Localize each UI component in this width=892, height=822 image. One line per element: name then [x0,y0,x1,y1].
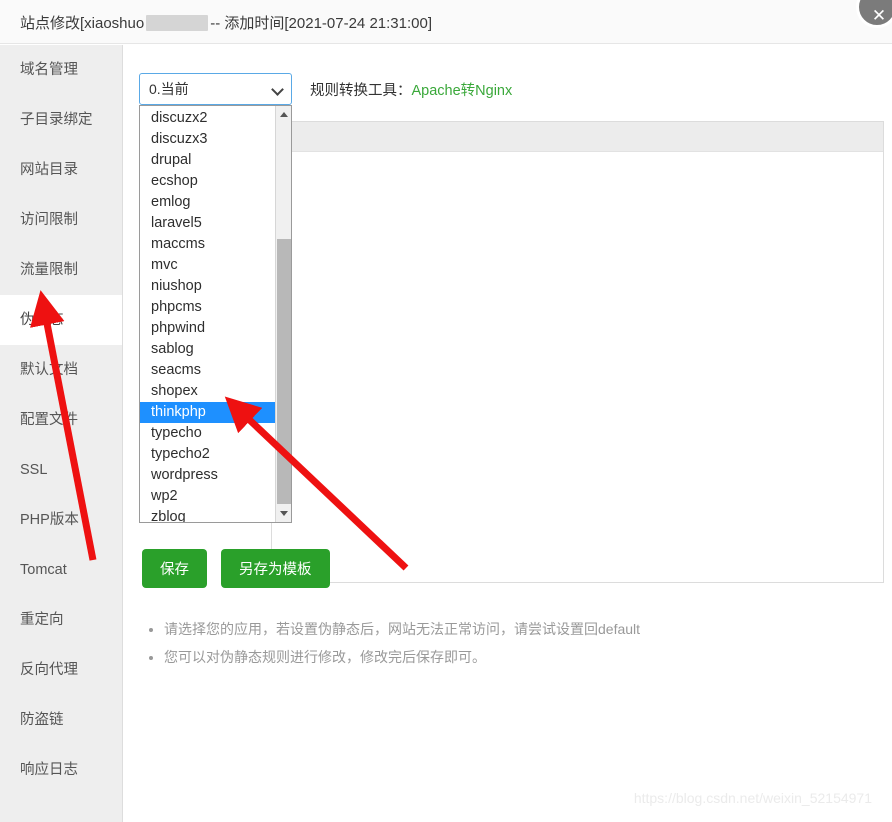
dropdown-option-18[interactable]: wp2 [140,486,276,507]
sidebar-item-11[interactable]: 重定向 [0,595,122,645]
sidebar-item-6[interactable]: 默认文档 [0,345,122,395]
sidebar: 域名管理子目录绑定网站目录访问限制流量限制伪静态默认文档配置文件 SSL PHP版本… [0,45,123,822]
dropdown-option-9[interactable]: phpcms [140,297,276,318]
dropdown-option-10[interactable]: phpwind [140,318,276,339]
sidebar-item-5[interactable]: 伪静态 [0,295,122,345]
dropdown-option-1[interactable]: discuzx3 [140,129,276,150]
sidebar-item-label: 默认文档 [20,362,78,378]
dropdown-option-6[interactable]: maccms [140,234,276,255]
sidebar-item-7[interactable]: 配置文件 [0,395,122,445]
dropdown-option-16[interactable]: typecho2 [140,444,276,465]
dropdown-option-13[interactable]: shopex [140,381,276,402]
dropdown-scrollbar-thumb[interactable] [277,239,291,504]
dropdown-option-11[interactable]: sablog [140,339,276,360]
chevron-down-icon [271,83,284,96]
sidebar-item-label: 域名管理 [20,62,78,78]
sidebar-item-label: 访问限制 [20,212,78,228]
close-icon[interactable]: ✕ [856,0,892,28]
convert-tool-label: 规则转换工具：Apache转Nginx [310,79,512,100]
dropdown-option-2[interactable]: drupal [140,150,276,171]
sidebar-item-8[interactable]: SSL [0,445,122,495]
sidebar-item-label: SSL [20,462,48,478]
sidebar-item-9[interactable]: PHP版本 [0,495,122,545]
help-notes: 请选择您的应用，若设置伪静态后，网站无法正常访问，请尝试设置回default您可… [142,615,640,671]
help-note-1: 您可以对伪静态规则进行修改，修改完后保存即可。 [164,643,640,671]
dropdown-option-8[interactable]: niushop [140,276,276,297]
convert-tool-label-text: 规则转换工具： [310,82,412,99]
dropdown-scrollbar[interactable] [275,106,291,522]
rule-editor-toolbar [272,122,883,152]
sidebar-item-label: 防盗链 [20,712,64,728]
sidebar-item-12[interactable]: 反向代理 [0,645,122,695]
dropdown-option-14[interactable]: thinkphp [140,402,276,423]
rewrite-rule-select[interactable]: 0.当前 [139,73,292,105]
sidebar-item-label: Tomcat [20,562,67,578]
save-as-template-button[interactable]: 另存为模板 [221,549,330,588]
sidebar-item-label: 配置文件 [20,412,78,428]
sidebar-item-label: 子目录绑定 [20,112,93,128]
sidebar-item-label: PHP版本 [20,512,79,528]
sidebar-item-2[interactable]: 网站目录 [0,145,122,195]
save-button[interactable]: 保存 [142,549,207,588]
sidebar-item-label: 响应日志 [20,762,78,778]
dropdown-option-12[interactable]: seacms [140,360,276,381]
close-icon-glyph: ✕ [871,6,887,25]
rule-editor-panel [271,121,884,583]
sidebar-item-label: 网站目录 [20,162,78,178]
window-titlebar: 站点修改[xiaoshuo -- 添加时间[2021-07-24 21:31:00… [0,0,892,44]
dropdown-option-4[interactable]: emlog [140,192,276,213]
sidebar-item-1[interactable]: 子目录绑定 [0,95,122,145]
main-content: 0.当前 规则转换工具：Apache转Nginx discuzx2 discuzx… [124,45,892,822]
sidebar-item-4[interactable]: 流量限制 [0,245,122,295]
sidebar-item-14[interactable]: 响应日志 [0,745,122,795]
help-note-0: 请选择您的应用，若设置伪静态后，网站无法正常访问，请尝试设置回default [164,615,640,643]
window-title-suffix: -- 添加时间[2021-07-24 21:31:00] [210,15,432,32]
action-buttons: 保存 另存为模板 [142,549,330,588]
sidebar-item-3[interactable]: 访问限制 [0,195,122,245]
dropdown-option-0[interactable]: discuzx2 [140,108,276,129]
rewrite-rule-option-list: discuzx2 discuzx3 drupal ecshop emlog laravel… [140,106,276,522]
apache-to-nginx-link[interactable]: Apache转Nginx [412,83,513,99]
app-root: 站点修改[xiaoshuo -- 添加时间[2021-07-24 21:31:00… [0,0,892,822]
sidebar-item-label: 重定向 [20,612,64,628]
sidebar-item-10[interactable]: Tomcat [0,545,122,595]
window-title-prefix: 站点修改[xiaoshuo [20,15,145,32]
window-title: 站点修改[xiaoshuo -- 添加时间[2021-07-24 21:31:00… [20,12,432,33]
toolbar: 0.当前 规则转换工具：Apache转Nginx [139,73,512,105]
scroll-up-arrow-icon[interactable] [276,106,291,123]
dropdown-option-5[interactable]: laravel5 [140,213,276,234]
sidebar-item-label: 伪静态 [20,312,64,328]
redaction-block [146,15,209,31]
rewrite-rule-dropdown[interactable]: discuzx2 discuzx3 drupal ecshop emlog laravel… [139,105,292,523]
rewrite-rule-select-value: 0.当前 [149,81,189,97]
dropdown-option-3[interactable]: ecshop [140,171,276,192]
dropdown-option-19[interactable]: zblog [140,507,276,522]
dropdown-option-7[interactable]: mvc [140,255,276,276]
sidebar-item-0[interactable]: 域名管理 [0,45,122,95]
sidebar-item-label: 反向代理 [20,662,78,678]
dropdown-option-17[interactable]: wordpress [140,465,276,486]
sidebar-item-label: 流量限制 [20,262,78,278]
scroll-down-arrow-icon[interactable] [276,505,291,522]
dropdown-option-15[interactable]: typecho [140,423,276,444]
watermark: https://blog.csdn.net/weixin_52154971 [633,790,872,806]
sidebar-item-13[interactable]: 防盗链 [0,695,122,745]
rule-editor-textarea[interactable] [272,152,883,582]
